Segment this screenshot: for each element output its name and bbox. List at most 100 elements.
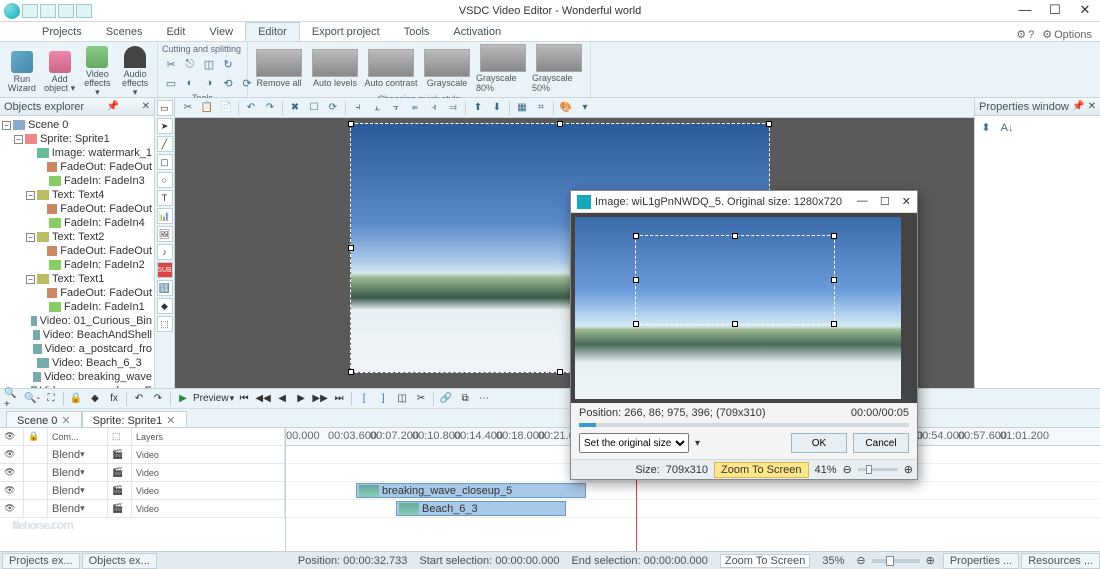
dialog-zoom-in-button[interactable]: ⊕ [904,463,913,476]
run-wizard-button[interactable]: Run Wizard [4,49,40,95]
htool-align-c-icon[interactable]: ⫠ [368,100,386,116]
vtool-select-icon[interactable]: ▭ [157,100,173,116]
tool-cut-icon[interactable]: ✂ [162,55,180,73]
tree-item[interactable]: FadeOut: FadeOut [2,286,152,300]
statusbar-tab-properties[interactable]: Properties ... [943,553,1019,569]
htool-snap-icon[interactable]: ⌗ [532,100,550,116]
tl-group-icon[interactable]: ⧉ [456,391,474,407]
tl-split-icon[interactable]: ✂ [412,391,430,407]
vtool-rect-icon[interactable]: ▢ [157,154,173,170]
tab-editor[interactable]: Editor [245,22,300,41]
zoom-to-screen-button[interactable]: Zoom To Screen [720,554,811,568]
tree-item[interactable]: FadeIn: FadeIn3 [2,174,152,188]
style-grayscale-50[interactable]: Grayscale 50% [532,44,586,93]
dialog-ok-button[interactable]: OK [791,433,847,453]
htool-align-l-icon[interactable]: ⫞ [349,100,367,116]
tab-view[interactable]: View [197,23,245,41]
timeline-track[interactable]: Beach_6_3 [286,500,1100,518]
close-button[interactable]: ✕ [1070,1,1100,21]
dialog-zoom-slider[interactable] [858,468,898,471]
statusbar-tab-resources[interactable]: Resources ... [1021,553,1100,569]
zoom-slider-thumb[interactable] [886,556,894,566]
step-fwd-icon[interactable]: ▶▶ [311,391,329,407]
tab-scenes[interactable]: Scenes [94,23,155,41]
minimize-button[interactable]: — [1010,1,1040,21]
htool-align-t-icon[interactable]: ⫢ [406,100,424,116]
tree-item[interactable]: FadeIn: FadeIn1 [2,300,152,314]
tool-b-icon[interactable]: ◐ [181,74,199,92]
style-grayscale-80[interactable]: Grayscale 80% [476,44,530,93]
tool-d-icon[interactable]: ⟲ [219,74,237,92]
style-remove-all[interactable]: Remove all [252,49,306,88]
htool-paste-icon[interactable]: 📄 [217,100,235,116]
vtool-chart-icon[interactable]: 📊 [157,208,173,224]
sel-handle-n[interactable] [732,233,738,239]
tab-tools[interactable]: Tools [392,23,442,41]
htool-delete-icon[interactable]: ✖ [286,100,304,116]
dialog-zoom-to-screen-button[interactable]: Zoom To Screen [714,462,809,478]
prev-frame-icon[interactable]: ◀ [273,391,291,407]
props-sort-icon[interactable]: ⬍ [977,118,995,136]
track-eye-icon[interactable]: 👁 [0,482,24,499]
vtool-shape-icon[interactable]: ◆ [157,298,173,314]
sel-handle-w[interactable] [633,277,639,283]
sel-handle-ne[interactable] [831,233,837,239]
vtool-ellipse-icon[interactable]: ○ [157,172,173,188]
tl-marker-icon[interactable]: ◆ [86,391,104,407]
tree-item[interactable]: −Text: Text2 [2,230,152,244]
tab-export[interactable]: Export project [300,23,392,41]
zoom-in-button[interactable]: ⊕ [926,554,935,567]
sel-handle-e[interactable] [831,277,837,283]
add-object-button[interactable]: Add object ▾ [42,49,78,95]
tl-fx-icon[interactable]: fx [105,391,123,407]
tool-rotate-icon[interactable]: ↻ [219,55,237,73]
resize-handle-n[interactable] [557,121,563,127]
track-eye-icon[interactable]: 👁 [0,464,24,481]
dialog-zoom-out-button[interactable]: ⊖ [843,463,852,476]
tab-close-icon[interactable]: ✕ [61,415,70,427]
htool-redo-icon[interactable]: ↷ [261,100,279,116]
dialog-size-select[interactable]: Set the original size [579,433,689,453]
col-lock-icon[interactable]: 🔒 [24,428,48,445]
timeline-clip[interactable]: breaking_wave_closeup_5 [356,483,586,498]
tl-undo-icon[interactable]: ↶ [130,391,148,407]
dialog-progress-bar[interactable] [579,423,909,427]
resize-handle-s[interactable] [557,369,563,375]
mark-in-icon[interactable]: [ [355,391,373,407]
qat-open-icon[interactable] [40,4,56,18]
tool-split-icon[interactable]: ⎋ [181,55,199,73]
goto-end-icon[interactable]: ⏭ [330,391,348,407]
dialog-minimize-button[interactable]: — [857,195,868,208]
track-blend[interactable]: Blend ▾ [48,464,108,481]
vtool-audio-icon[interactable]: ♪ [157,244,173,260]
htool-align-b-icon[interactable]: ⫤ [444,100,462,116]
tree-scene-root[interactable]: −Scene 0 [2,118,152,132]
tree-item[interactable]: −Sprite: Sprite1 [2,132,152,146]
htool-undo-icon[interactable]: ↶ [242,100,260,116]
statusbar-tab-projects[interactable]: Projects ex... [2,553,80,569]
tree-item[interactable]: FadeOut: FadeOut [2,202,152,216]
dialog-close-button[interactable]: ✕ [902,195,911,208]
timeline-clip[interactable]: Beach_6_3 [396,501,566,516]
vtool-line-icon[interactable]: ╱ [157,136,173,152]
options-button[interactable]: Options [1042,28,1092,41]
help-button[interactable]: ? [1016,28,1034,41]
statusbar-tab-objects[interactable]: Objects ex... [82,553,157,569]
sel-handle-s[interactable] [732,321,738,327]
tl-link-icon[interactable]: 🔗 [437,391,455,407]
timeline-track[interactable]: breaking_wave_closeup_5 [286,482,1100,500]
tool-a-icon[interactable]: ▭ [162,74,180,92]
htool-align-m-icon[interactable]: ⫣ [425,100,443,116]
tree-item[interactable]: −Text: Text4 [2,188,152,202]
tree-item[interactable]: FadeOut: FadeOut [2,244,152,258]
tree-item[interactable]: Video: a_postcard_fro [2,342,152,356]
track-blend[interactable]: Blend ▾ [48,446,108,463]
htool-grid-icon[interactable]: ▦ [513,100,531,116]
panel-close-icon[interactable]: ✕ [142,101,150,112]
tool-c-icon[interactable]: ◑ [200,74,218,92]
dialog-selection-rect[interactable] [635,235,835,325]
htool-more-icon[interactable]: ▾ [576,100,594,116]
tree-item[interactable]: FadeIn: FadeIn2 [2,258,152,272]
vtool-sprite-icon[interactable]: ⬚ [157,316,173,332]
tab-edit[interactable]: Edit [154,23,197,41]
